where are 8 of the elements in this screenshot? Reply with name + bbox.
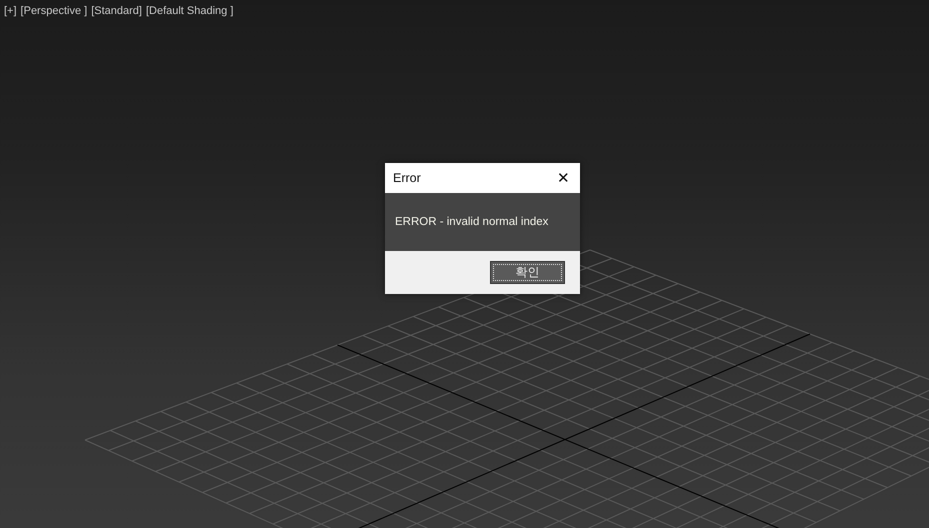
close-button[interactable]: ✕ <box>555 170 572 186</box>
ok-button[interactable]: 확인 <box>490 261 565 284</box>
error-message: ERROR - invalid normal index <box>395 216 548 228</box>
viewport-menu-label[interactable]: [+] <box>4 5 17 17</box>
viewport-menu-label[interactable]: [Perspective ] <box>20 5 88 17</box>
viewport-menu-label[interactable]: [Standard] <box>91 5 142 17</box>
dialog-title: Error <box>393 171 421 185</box>
viewport-menu-label[interactable]: [Default Shading ] <box>146 5 234 17</box>
